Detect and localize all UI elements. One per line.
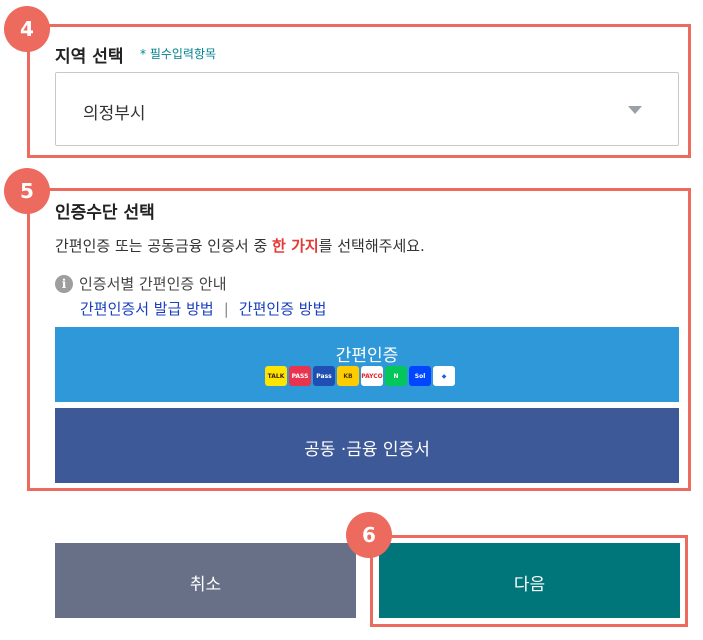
step-badge-6: 6 [346, 512, 392, 558]
samsung-pass-icon: Pass [313, 366, 335, 386]
toss-icon: ◆ [433, 366, 455, 386]
kb-icon: KB [337, 366, 359, 386]
desc-highlight: 한 가지 [272, 237, 319, 255]
auth-description: 간편인증 또는 공동금융 인증서 중 한 가지를 선택해주세요. [55, 235, 425, 256]
auth-method-label: 인증수단 선택 [55, 203, 155, 223]
simple-auth-button[interactable]: 간편인증 [55, 327, 679, 402]
provider-icons: TALK PASS Pass KB PAYCO N Sol ◆ [265, 366, 455, 386]
cancel-label: 취소 [189, 575, 222, 595]
desc-text-after: 를 선택해주세요. [318, 237, 425, 255]
chevron-down-icon [628, 106, 642, 114]
guide-links: 간편인증서 발급 방법 | 간편인증 방법 [80, 298, 326, 319]
joint-cert-button[interactable]: 공동 ·금융 인증서 [55, 408, 679, 483]
desc-text-before: 간편인증 또는 공동금융 인증서 중 [55, 237, 273, 255]
joint-cert-label: 공동 ·금융 인증서 [304, 440, 430, 460]
region-label: 지역 선택 [55, 47, 124, 67]
info-row: i 인증서별 간편인증 안내 [55, 273, 227, 294]
cancel-button[interactable]: 취소 [55, 543, 356, 618]
payco-icon: PAYCO [361, 366, 383, 386]
info-icon: i [55, 274, 73, 293]
simple-auth-label: 간편인증 [335, 346, 399, 366]
next-label: 다음 [513, 575, 546, 595]
kakao-icon: TALK [265, 366, 287, 386]
next-button[interactable]: 다음 [379, 543, 680, 618]
step-badge-4: 4 [4, 6, 50, 52]
region-select-value: 의정부시 [83, 104, 146, 124]
required-note: * 필수입력항목 [140, 47, 217, 61]
pass-icon: PASS [289, 366, 311, 386]
info-text: 인증서별 간편인증 안내 [79, 275, 227, 293]
step-badge-5: 5 [4, 168, 50, 214]
issue-guide-link[interactable]: 간편인증서 발급 방법 [80, 300, 214, 318]
region-select[interactable]: 의정부시 [55, 72, 679, 146]
shinhan-icon: Sol [409, 366, 431, 386]
link-separator: | [223, 300, 229, 318]
method-guide-link[interactable]: 간편인증 방법 [239, 300, 327, 318]
naver-icon: N [385, 366, 407, 386]
